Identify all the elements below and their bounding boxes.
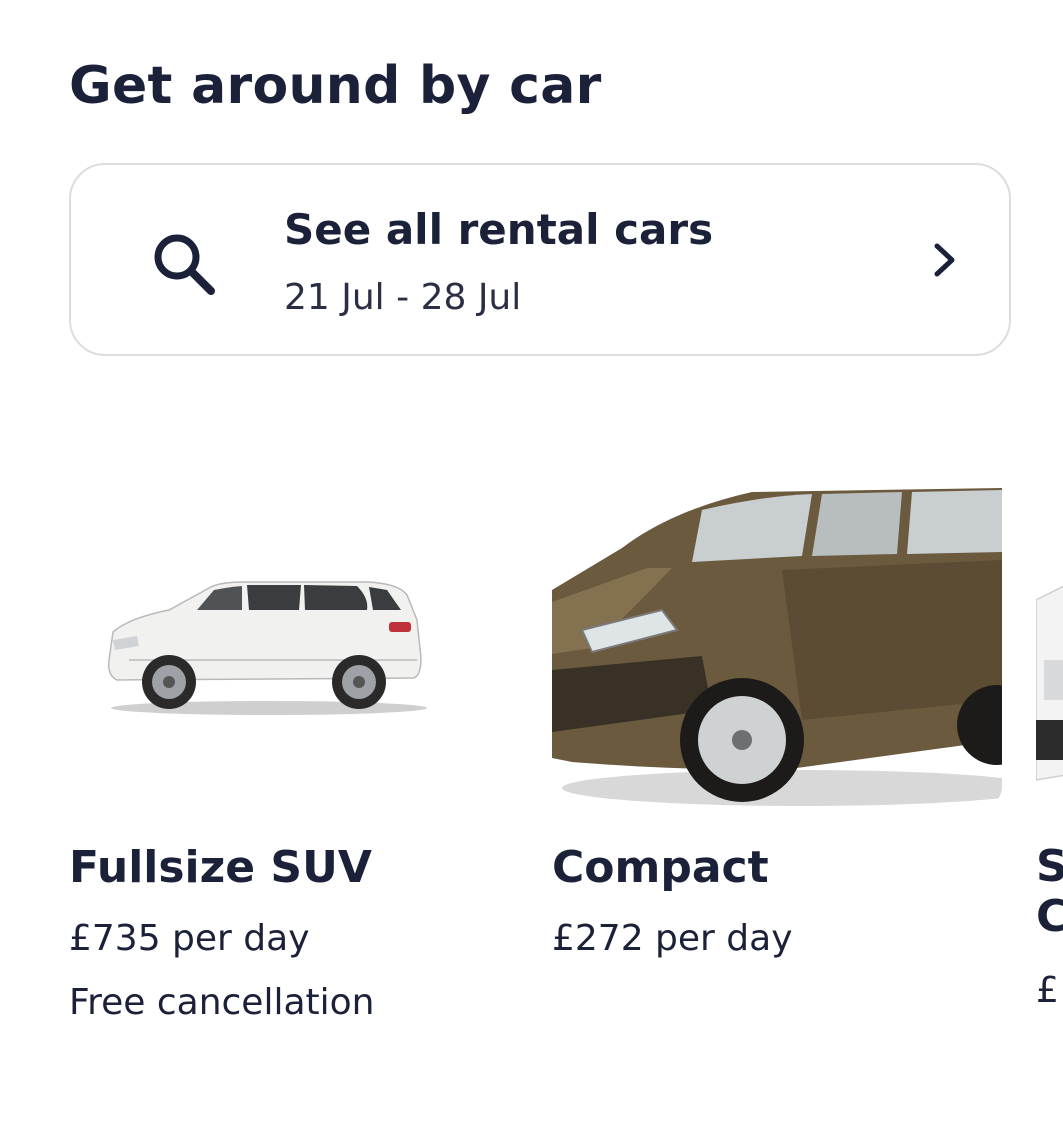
rental-dates: 21 Jul - 28 Jul: [284, 277, 522, 318]
car-image: [1036, 470, 1063, 810]
compact-car-image: [552, 470, 1002, 810]
chevron-right-icon: [934, 243, 955, 277]
car-card-partial[interactable]: S C £: [1036, 430, 1063, 1050]
car-image-partial: [1036, 470, 1063, 810]
car-card-compact[interactable]: Compact £272 per day: [552, 430, 1002, 1050]
car-rental-section: Get around by car See all rental cars 21…: [0, 0, 1063, 1139]
car-carousel[interactable]: Fullsize SUV £735 per day Free cancellat…: [0, 430, 1063, 1070]
car-name: Fullsize SUV: [69, 842, 372, 893]
card-title: See all rental cars: [284, 205, 714, 254]
car-card-fullsize-suv[interactable]: Fullsize SUV £735 per day Free cancellat…: [69, 430, 519, 1050]
car-image: [69, 470, 519, 810]
suv-image: [69, 470, 519, 810]
car-name: Compact: [552, 842, 769, 893]
car-name: S C: [1036, 842, 1063, 942]
car-price: £272 per day: [552, 918, 793, 959]
car-name-line1: S: [1036, 841, 1063, 892]
car-price: £: [1036, 970, 1059, 1011]
section-title: Get around by car: [69, 56, 602, 116]
search-icon: [154, 234, 215, 295]
free-cancellation-label: Free cancellation: [69, 982, 375, 1023]
car-price: £735 per day: [69, 918, 310, 959]
see-all-rental-cars-button[interactable]: See all rental cars 21 Jul - 28 Jul: [69, 163, 1011, 356]
car-image: [552, 470, 1002, 810]
car-name-line2: C: [1036, 891, 1063, 942]
